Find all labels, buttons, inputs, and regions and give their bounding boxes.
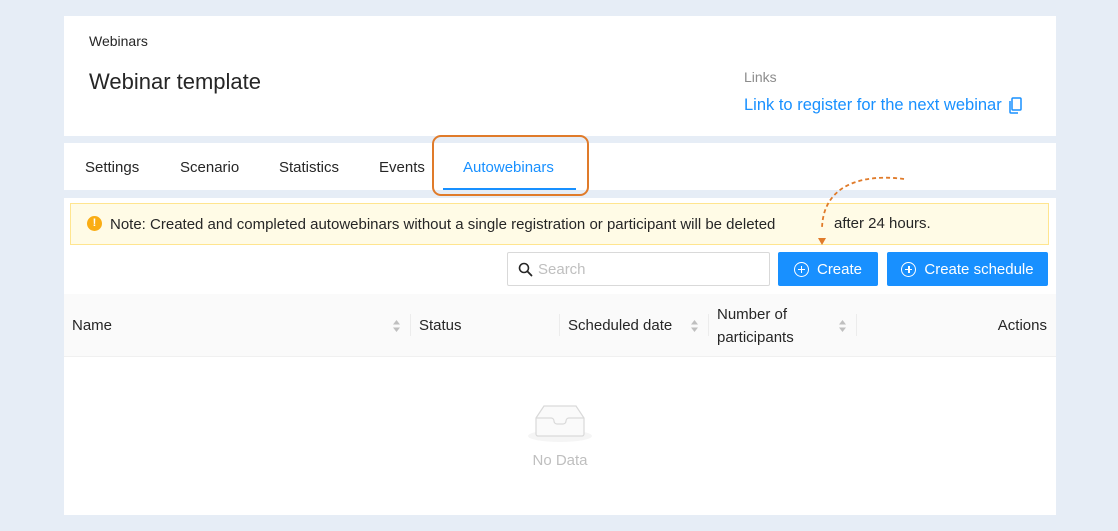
plus-circle-icon bbox=[793, 261, 809, 277]
sort-icon[interactable] bbox=[838, 318, 847, 334]
page-title: Webinar template bbox=[89, 69, 262, 94]
tab-settings[interactable]: Settings bbox=[85, 143, 139, 190]
sort-icon[interactable] bbox=[690, 318, 699, 334]
tab-scenario[interactable]: Scenario bbox=[180, 143, 239, 190]
plus-circle-icon bbox=[901, 261, 917, 277]
tab-highlight-annotation bbox=[432, 135, 589, 196]
create-schedule-button-label: Create schedule bbox=[924, 260, 1034, 278]
notice-text: Note: Created and completed autowebinars… bbox=[110, 216, 776, 233]
sort-icon[interactable] bbox=[392, 318, 401, 334]
search-input[interactable] bbox=[538, 253, 766, 285]
tab-statistics[interactable]: Statistics bbox=[279, 143, 339, 190]
column-divider bbox=[559, 314, 560, 336]
column-header-status: Status bbox=[419, 317, 462, 334]
column-header-participants[interactable]: Number of participants bbox=[717, 294, 822, 357]
create-schedule-button[interactable]: Create schedule bbox=[887, 252, 1048, 286]
column-divider bbox=[410, 314, 411, 336]
exclamation-circle-icon: ! bbox=[87, 216, 102, 231]
header-card: Webinars Webinar template Links Link to … bbox=[64, 16, 1056, 136]
column-divider bbox=[708, 314, 709, 336]
create-button[interactable]: Create bbox=[778, 252, 878, 286]
annotation-arrow bbox=[818, 176, 905, 245]
breadcrumb[interactable]: Webinars bbox=[89, 33, 148, 49]
register-link[interactable]: Link to register for the next webinar bbox=[744, 96, 1022, 115]
column-header-actions: Actions bbox=[997, 317, 1047, 334]
empty-inbox-icon bbox=[528, 405, 592, 442]
register-link-text[interactable]: Link to register for the next webinar bbox=[744, 96, 1002, 115]
table-header: Name Status Scheduled date Number of par… bbox=[64, 294, 1056, 357]
copy-icon[interactable] bbox=[1008, 97, 1022, 114]
empty-state: No Data bbox=[524, 396, 596, 469]
column-header-name[interactable]: Name bbox=[72, 294, 112, 357]
search-box[interactable] bbox=[507, 252, 770, 286]
links-label: Links bbox=[744, 69, 777, 85]
search-icon bbox=[518, 262, 533, 277]
empty-text: No Data bbox=[532, 452, 588, 469]
tab-events[interactable]: Events bbox=[379, 143, 425, 190]
column-header-scheduled-date[interactable]: Scheduled date bbox=[568, 294, 672, 357]
column-divider bbox=[856, 314, 857, 336]
create-button-label: Create bbox=[816, 260, 863, 278]
